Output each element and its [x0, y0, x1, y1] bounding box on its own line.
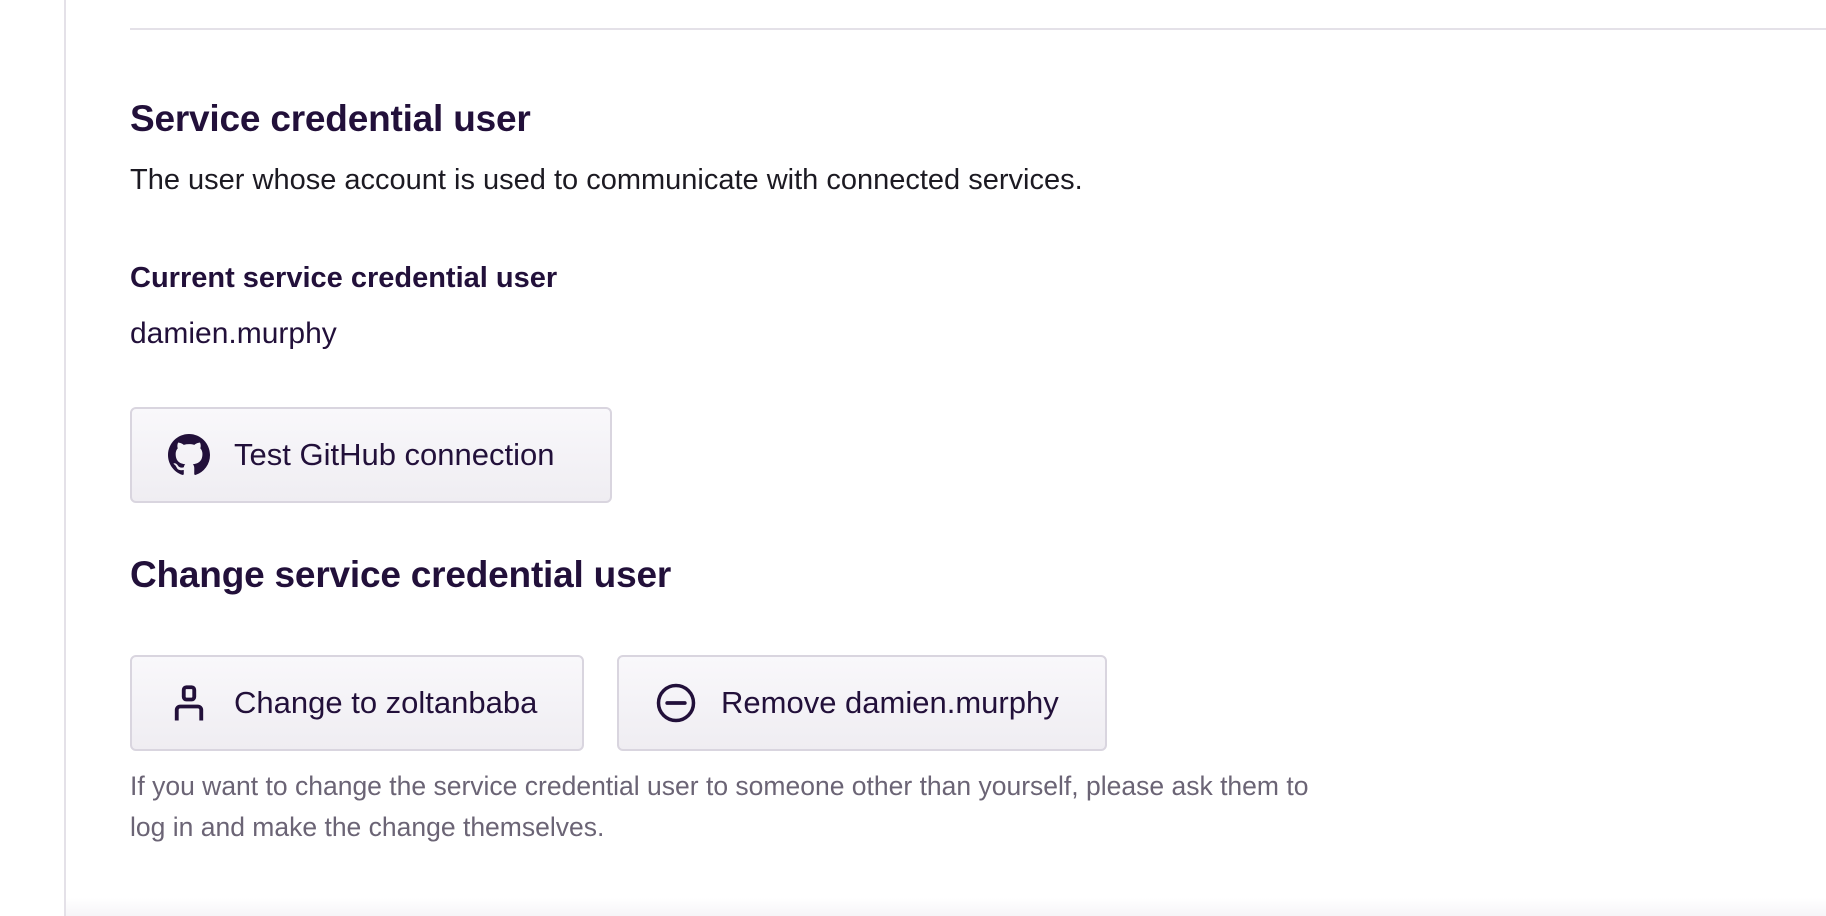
- change-section-title: Change service credential user: [130, 554, 672, 595]
- minus-circle-icon: [655, 682, 697, 724]
- change-user-help-text: If you want to change the service creden…: [130, 771, 1309, 842]
- remove-user-label: Remove damien.murphy: [721, 685, 1059, 720]
- left-border-divider: [64, 0, 66, 916]
- change-user-button[interactable]: Change to zoltanbaba: [130, 655, 584, 751]
- bottom-edge: [66, 898, 1826, 916]
- github-icon: [168, 434, 210, 476]
- test-github-connection-button[interactable]: Test GitHub connection: [130, 407, 612, 503]
- test-github-connection-label: Test GitHub connection: [234, 437, 555, 472]
- current-user-label: Current service credential user: [130, 262, 558, 294]
- remove-user-button[interactable]: Remove damien.murphy: [617, 655, 1107, 751]
- section-title: Service credential user: [130, 98, 531, 139]
- change-user-label: Change to zoltanbaba: [234, 685, 538, 720]
- section-description: The user whose account is used to commun…: [130, 164, 1083, 196]
- settings-page: Service credential user The user whose a…: [0, 0, 1826, 916]
- section-divider: [130, 28, 1826, 30]
- current-user-value: damien.murphy: [130, 317, 337, 350]
- user-icon: [168, 682, 210, 724]
